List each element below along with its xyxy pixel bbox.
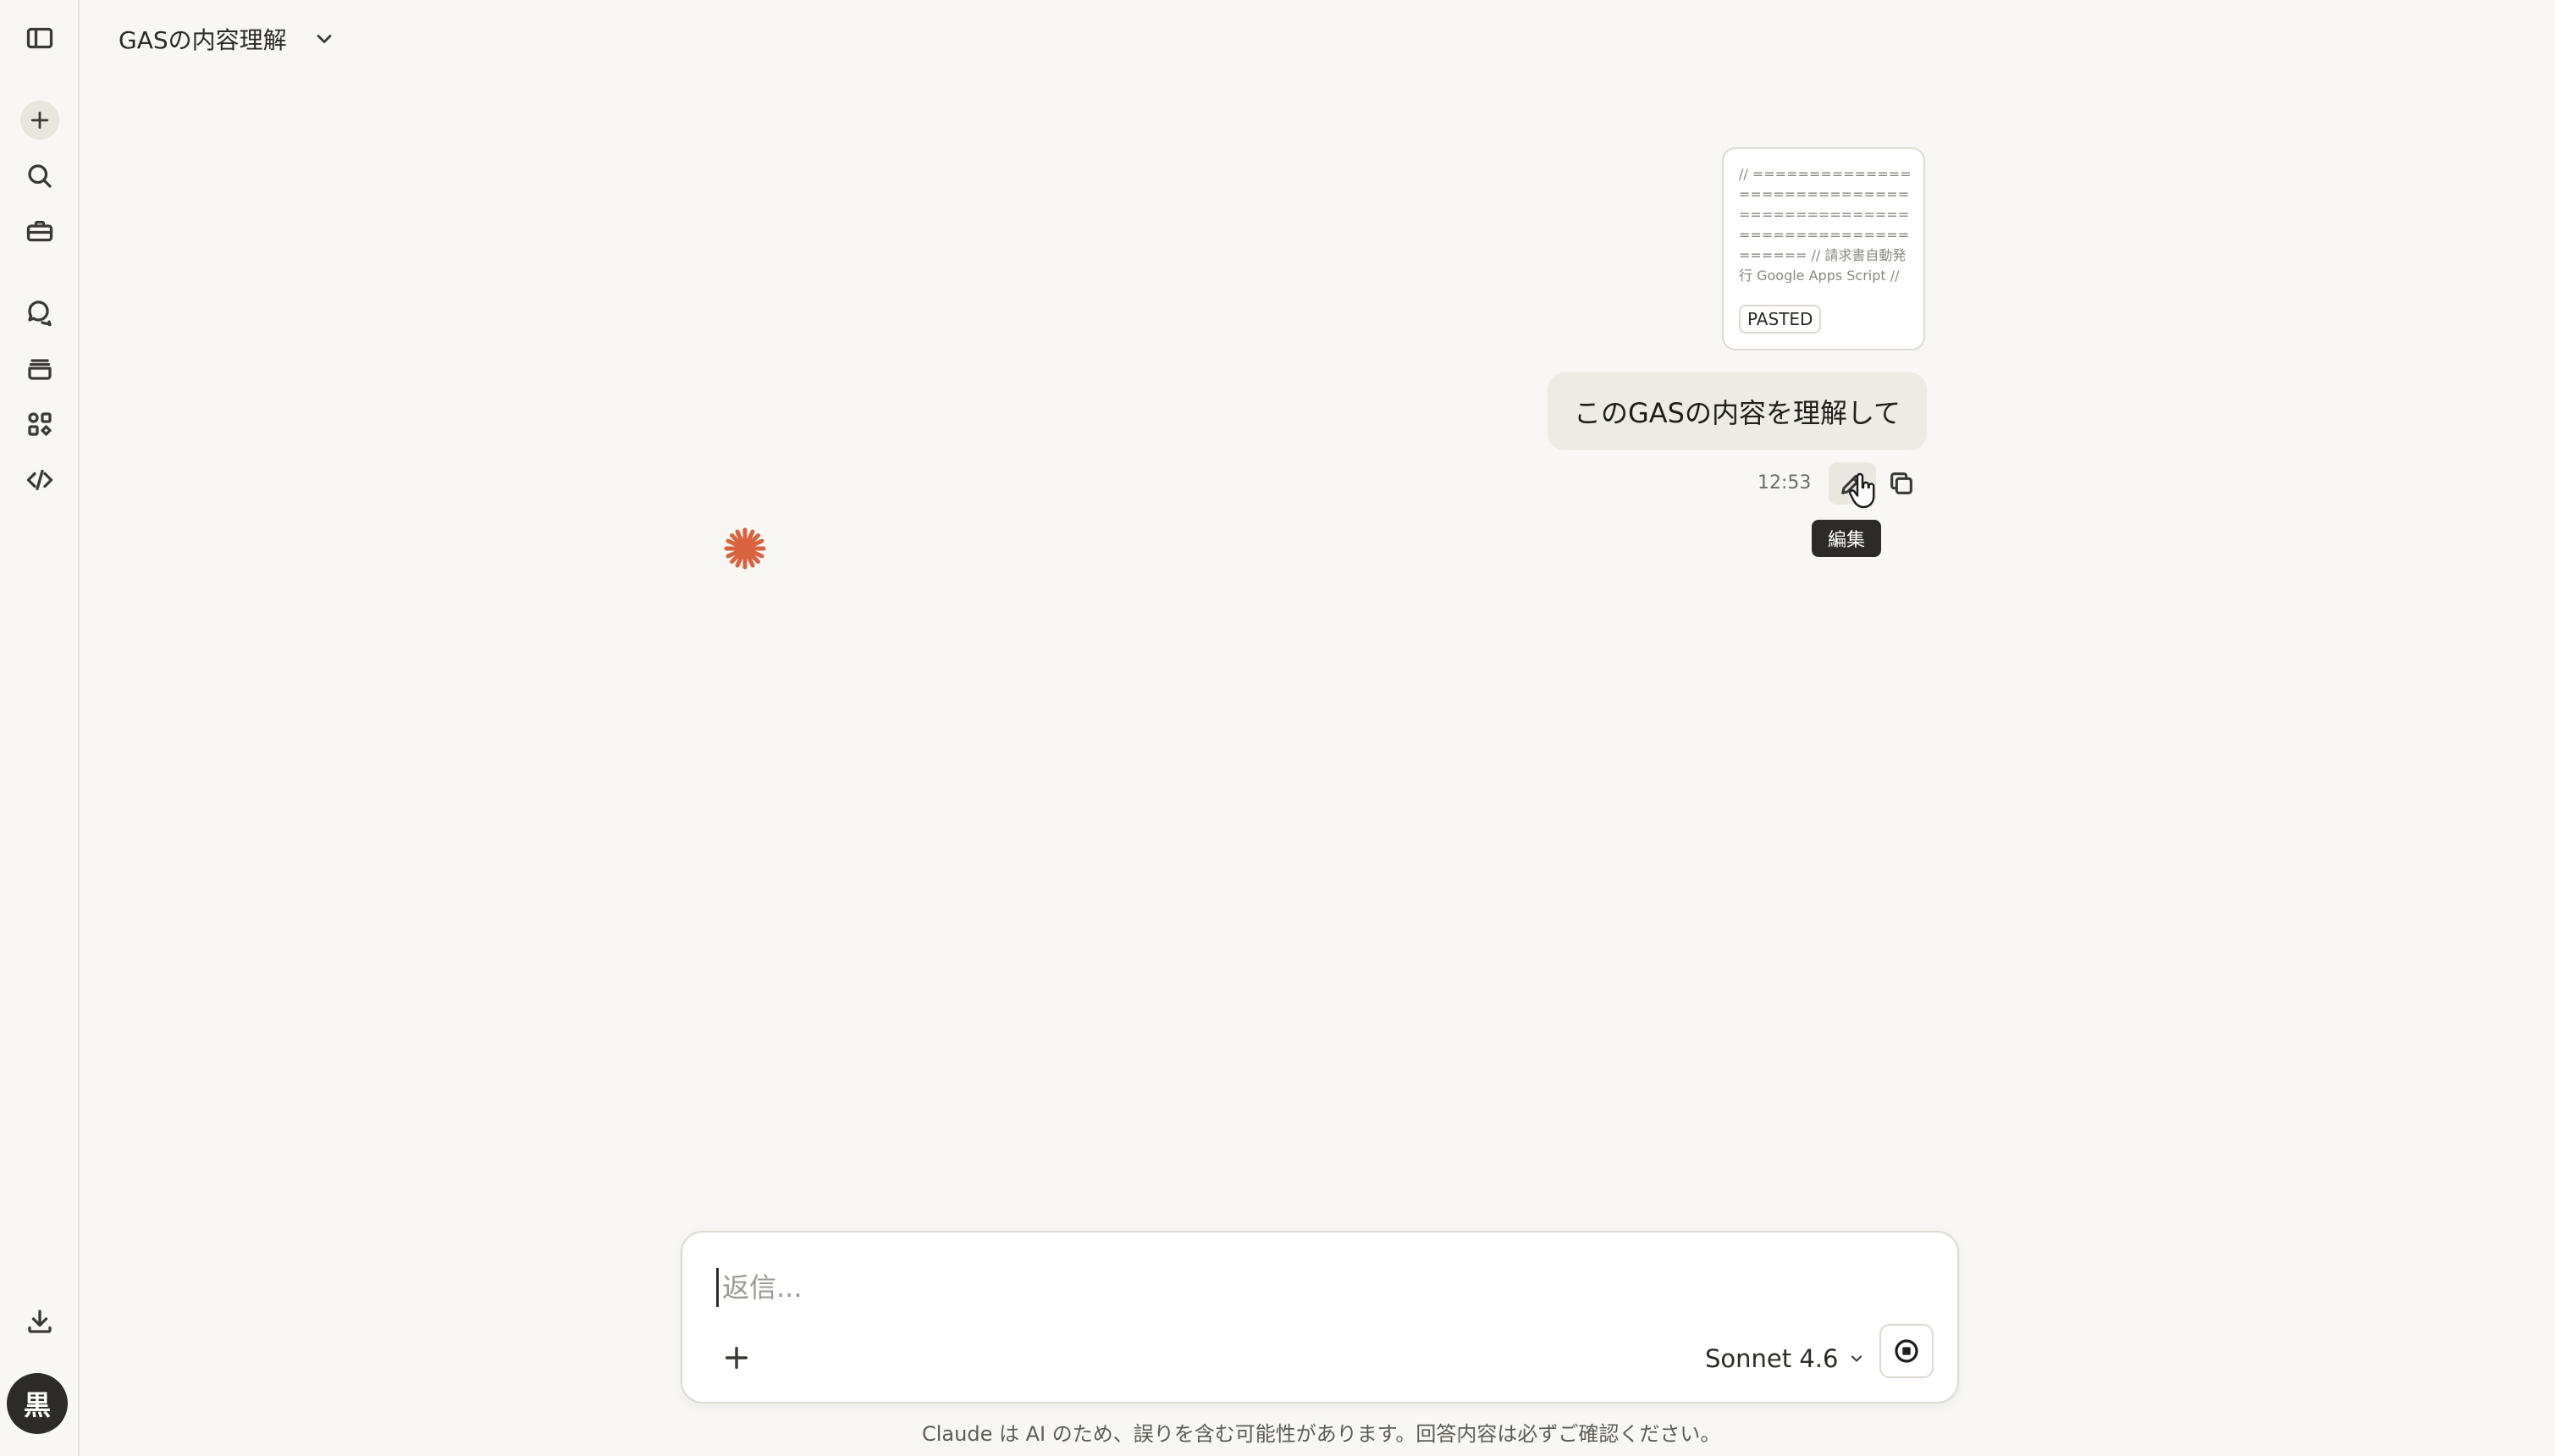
pasted-preview-text: // =====================================… (1739, 166, 1912, 283)
sidebar: 黒 (0, 0, 80, 1456)
stop-circle-icon (1895, 1339, 1918, 1363)
page-title: GASの内容理解 (119, 26, 287, 54)
projects-icon (28, 359, 52, 380)
pasted-badge: PASTED (1739, 305, 1822, 334)
ai-disclaimer: Claude は AI のため、誤りを含む可能性があります。回答内容は必ずご確認… (922, 1422, 1721, 1446)
model-name: Sonnet 4.6 (1705, 1344, 1839, 1373)
user-message-text: このGASの内容を理解して (1573, 397, 1901, 429)
plus-icon (30, 111, 49, 130)
user-message-bubble: このGASの内容を理解して (1548, 372, 1927, 450)
artifacts-icon (28, 412, 52, 436)
chevron-down-icon (1851, 1355, 1862, 1362)
message-timestamp: 12:53 (1758, 472, 1812, 494)
chats-button[interactable] (19, 291, 61, 334)
edit-tooltip: 編集 (1812, 520, 1881, 557)
hand-cursor-icon (1848, 472, 1875, 509)
tools-button[interactable] (19, 210, 61, 252)
message-composer: Sonnet 4.6 (681, 1231, 1959, 1404)
sidebar-toggle-icon (26, 27, 53, 49)
copy-message-button[interactable] (1878, 462, 1925, 505)
toolbox-icon (26, 220, 53, 242)
copy-icon (1890, 472, 1912, 494)
search-icon (28, 164, 52, 188)
claude-spark-icon (724, 527, 766, 570)
attach-button[interactable] (711, 1332, 762, 1383)
conversation-title-menu[interactable]: GASの内容理解 (119, 22, 336, 56)
download-button[interactable] (19, 1300, 61, 1343)
model-selector[interactable]: Sonnet 4.6 (1705, 1339, 1865, 1378)
pasted-attachment-card[interactable]: // =====================================… (1722, 147, 1925, 350)
download-icon (28, 1310, 52, 1333)
voice-mode-button[interactable] (1879, 1324, 1934, 1378)
artifacts-button[interactable] (19, 403, 61, 445)
chevron-down-icon (317, 35, 332, 43)
avatar[interactable]: 黒 (7, 1373, 68, 1434)
code-icon (26, 469, 53, 491)
new-chat-button[interactable] (20, 101, 59, 140)
code-button[interactable] (19, 459, 61, 501)
reply-input[interactable] (716, 1268, 1901, 1307)
search-button[interactable] (19, 155, 61, 197)
chat-bubbles-icon (28, 301, 52, 327)
app-window: 黒 GASの内容理解 // ==========================… (0, 0, 2555, 1456)
sidebar-toggle-button[interactable] (19, 17, 61, 59)
plus-icon (725, 1346, 748, 1370)
projects-button[interactable] (19, 347, 61, 389)
